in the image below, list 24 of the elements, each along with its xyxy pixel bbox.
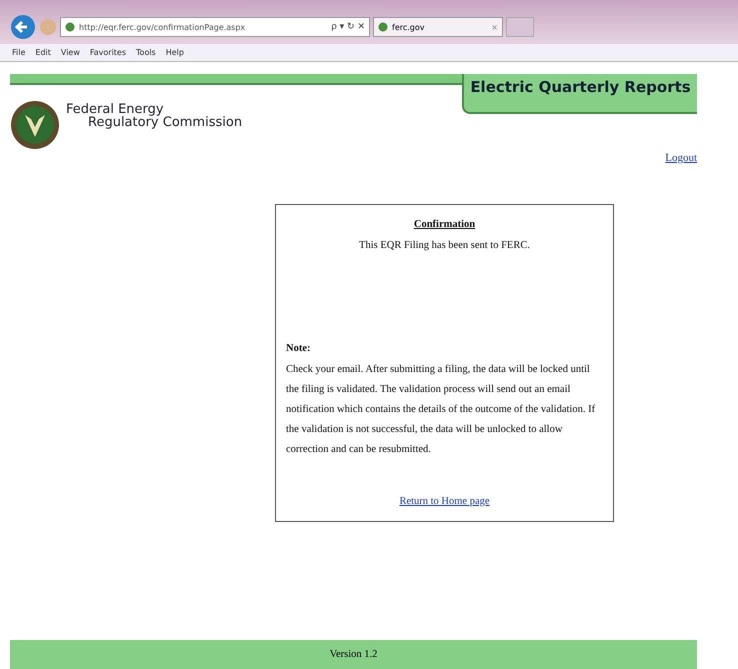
confirmation-title: Confirmation <box>412 219 476 230</box>
menu-item[interactable]: Edit <box>35 48 51 57</box>
confirmation-message: This EQR Filing has been sent to FERC. <box>358 240 531 251</box>
note-label: Note: <box>286 343 312 354</box>
org-name: Regulatory Commission <box>87 115 242 130</box>
new-tab-button[interactable] <box>506 17 534 37</box>
version-label: Version 1.2 <box>330 649 378 660</box>
menu-item[interactable]: Favorites <box>90 48 126 57</box>
browser-tab[interactable]: ferc.gov × <box>373 17 503 37</box>
header-banner: Electric Quarterly Reports <box>462 74 697 114</box>
address-url: http://eqr.ferc.gov/confirmationPage.aspx <box>79 22 246 32</box>
address-controls[interactable]: ρ ▾ ↻ ✕ <box>331 22 365 32</box>
note-text: Check your email. After submitting a filing, the data will be locked until the filing is validated. The validation process will send out an email notification which contains the details of the outcome of the validation. If the validation is not successful, the data will be unlocked to allow correction and can be resubmitted. <box>286 363 596 457</box>
globe-icon <box>65 22 75 32</box>
seal-logo-icon <box>10 100 60 150</box>
logout-link[interactable]: Logout <box>665 152 697 164</box>
address-bar[interactable]: http://eqr.ferc.gov/confirmationPage.aspx ρ ▾ ↻ ✕ <box>60 17 370 37</box>
menu-item[interactable]: Help <box>166 48 184 57</box>
org-name: Federal Energy <box>66 102 164 117</box>
globe-icon <box>378 22 388 32</box>
menu-item[interactable]: File <box>12 48 26 57</box>
menu-item[interactable]: View <box>60 48 80 57</box>
home-link[interactable]: Return to Home page <box>399 496 490 507</box>
menu-item[interactable]: Tools <box>136 48 156 57</box>
